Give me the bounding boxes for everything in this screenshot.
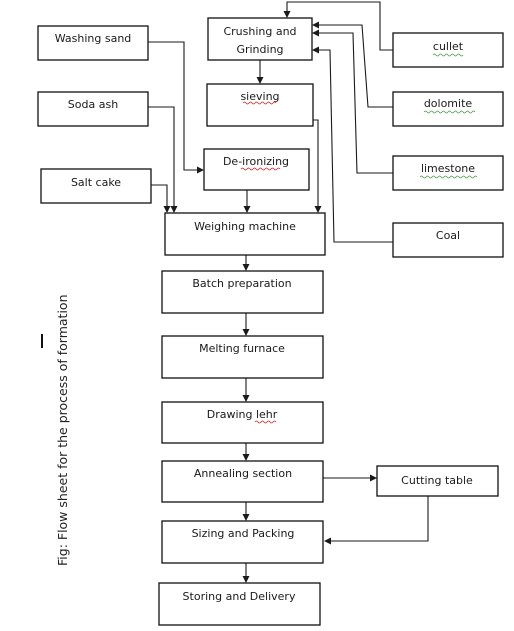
node-sizing-packing: Sizing and Packing — [161, 520, 324, 564]
node-label: Weighing machine — [194, 220, 296, 233]
node-cullet: cullet — [392, 32, 504, 68]
node-label: Annealing section — [194, 467, 292, 480]
edge-washing-deironizing — [148, 41, 204, 174]
node-label: Washing sand — [55, 32, 132, 45]
node-melting-furnace: Melting furnace — [161, 335, 324, 379]
node-salt-cake: Salt cake — [40, 168, 152, 204]
node-label-line2: Grinding — [236, 43, 283, 56]
node-sieving: sieving — [206, 83, 314, 127]
node-label: limestone — [421, 162, 475, 175]
node-dolomite: dolomite — [392, 91, 504, 127]
node-label-line1: Crushing and — [223, 25, 296, 38]
node-washing-sand: Washing sand — [37, 25, 149, 61]
node-label: Salt cake — [71, 176, 121, 189]
node-drawing-lehr: Drawing lehr — [161, 401, 324, 444]
flowchart: Washing sand Soda ash Salt cake Crushing… — [37, 1, 504, 626]
edge-sodaash-weighing — [148, 106, 178, 213]
node-label: cullet — [433, 40, 464, 53]
node-coal: Coal — [392, 222, 504, 258]
edge-saltcake-weighing — [151, 184, 171, 213]
node-annealing-section: Annealing section — [161, 460, 324, 503]
node-label: sieving — [240, 90, 279, 103]
node-storing-delivery: Storing and Delivery — [158, 582, 321, 626]
node-label: Coal — [436, 229, 460, 242]
node-label: Storing and Delivery — [183, 590, 296, 603]
edge-cutting-sizing — [324, 496, 429, 545]
node-cutting-table: Cutting table — [376, 465, 499, 497]
node-soda-ash: Soda ash — [37, 91, 149, 127]
node-label: Drawing lehr — [207, 408, 278, 421]
node-de-ironizing: De-ironizing — [203, 148, 310, 191]
node-weighing-machine: Weighing machine — [164, 212, 326, 256]
edge-limestone-crushing — [312, 29, 393, 174]
node-label: dolomite — [424, 97, 473, 110]
node-label: Cutting table — [401, 474, 473, 487]
node-label: Batch preparation — [192, 277, 291, 290]
node-limestone: limestone — [392, 155, 504, 191]
node-crushing-grinding: Crushing and Grinding — [207, 17, 313, 61]
node-label: Sizing and Packing — [192, 527, 295, 540]
edge-sieving-weighing — [313, 119, 322, 213]
node-batch-preparation: Batch preparation — [161, 270, 324, 314]
node-label: Soda ash — [68, 98, 118, 111]
node-label: De-ironizing — [223, 155, 289, 168]
figure-caption: Fig: Flow sheet for the process of forma… — [55, 295, 70, 567]
node-label: Melting furnace — [199, 342, 285, 355]
